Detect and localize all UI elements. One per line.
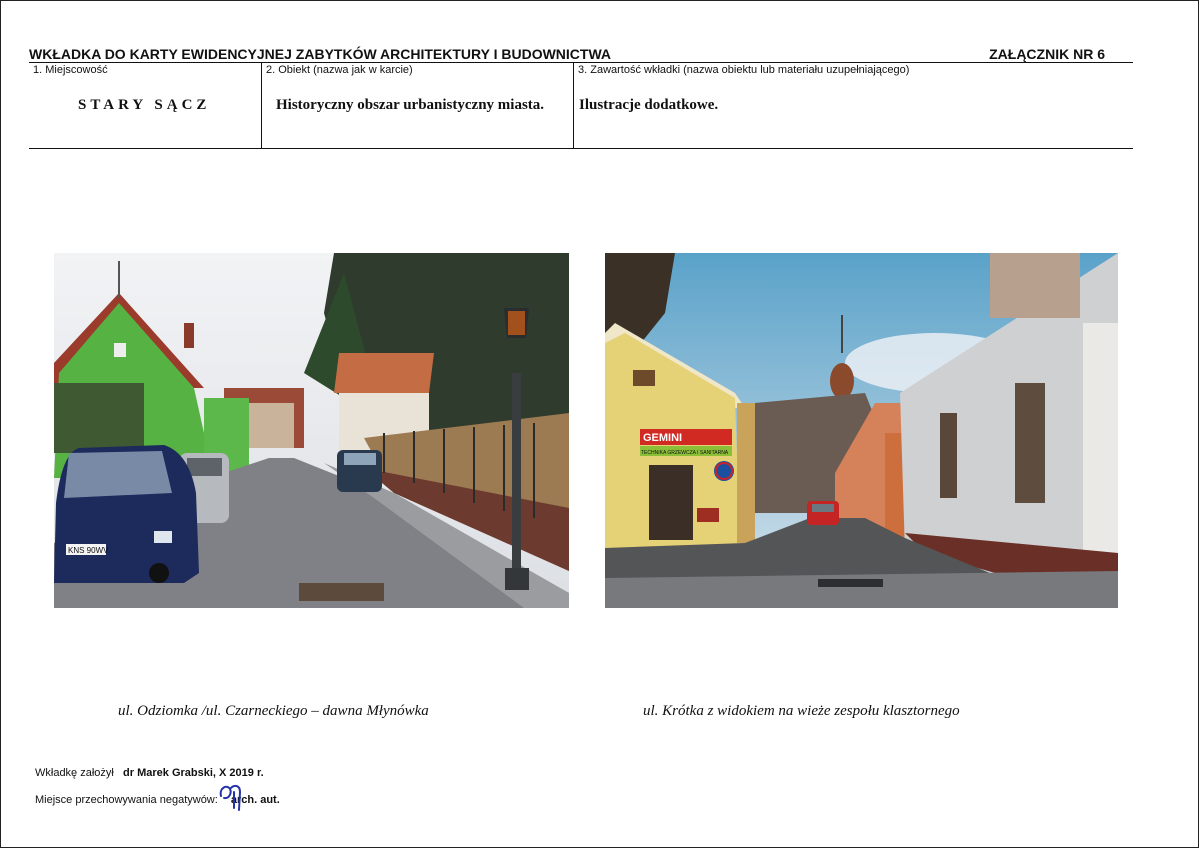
photo-odziomka-street: KNS 90WV [54,253,569,608]
handwritten-signature [219,784,242,811]
header: WKŁADKA DO KARTY EWIDENCYJNEJ ZABYTKÓW A… [29,46,1133,62]
author-value: dr Marek Grabski, X 2019 r. [123,767,264,779]
annex-number: ZAŁĄCZNIK NR 6 [989,46,1105,62]
caption-left: ul. Odziomka /ul. Czarneckiego – dawna M… [118,703,429,719]
document-title: WKŁADKA DO KARTY EWIDENCYJNEJ ZABYTKÓW A… [29,46,612,62]
shop-sign-gemini: GEMINI [643,432,682,444]
field-divider-1 [261,62,262,149]
field-divider-2 [573,62,574,149]
license-plate: KNS 90WV [68,546,109,555]
object-label: 2. Obiekt (nazwa jak w karcie) [266,64,413,76]
object-value: Historyczny obszar urbanistyczny miasta. [276,97,545,113]
content-value: Ilustracje dodatkowe. [579,97,719,113]
shop-sign-subtitle: TECHNIKA GRZEWCZA I SANITARNA [641,450,729,456]
header-rule-bottom [29,148,1133,149]
author-line: Wkładkę założył dr Marek Grabski, X 2019… [35,767,264,779]
locality-label: 1. Miejscowość [33,64,108,76]
photo-krotka-street: GEMINI TECHNIKA GRZEWCZA I SANITARNA [605,253,1118,608]
caption-right: ul. Krótka z widokiem na wieże zespołu k… [643,703,960,719]
locality-value: STARY SĄCZ [78,97,211,113]
header-rule-top [29,62,1133,63]
storage-label: Miejsce przechowywania negatywów: [35,794,218,806]
content-label: 3. Zawartość wkładki (nazwa obiektu lub … [578,64,910,76]
author-label: Wkładkę założył [35,767,114,779]
